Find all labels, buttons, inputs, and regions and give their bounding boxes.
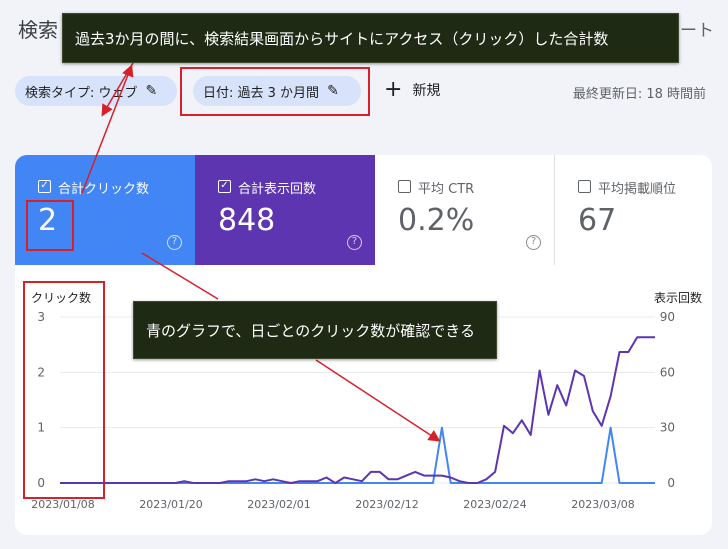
metric-label: 合計表示回数	[238, 182, 317, 197]
x-tick-label: 2023/02/01	[247, 498, 310, 511]
x-tick-label: 2023/02/12	[355, 498, 418, 511]
series-line-impressions	[60, 336, 655, 484]
checkbox-unchecked-icon[interactable]	[398, 180, 411, 193]
callout-total-clicks: 過去3か月の間に、検索結果画面からサイトにアクセス（クリック）した合計数	[62, 13, 679, 63]
right-tick-label: 30	[660, 421, 675, 435]
metric-value: 848	[218, 203, 276, 238]
header-right-text: ート	[680, 21, 714, 41]
callout-daily-clicks: 青のグラフで、日ごとのクリック数が確認できる	[133, 301, 497, 359]
highlight-box-date-filter	[180, 67, 370, 116]
metric-value: 0.2%	[398, 203, 475, 238]
x-tick-label: 2023/01/20	[139, 498, 202, 511]
x-tick-label: 2023/02/24	[463, 498, 526, 511]
metric-value: 67	[578, 203, 617, 238]
metric-card-average-position[interactable]: 平均掲載順位 67	[555, 155, 712, 265]
right-axis-title: 表示回数	[653, 291, 702, 305]
metric-label: 平均掲載順位	[598, 182, 677, 197]
highlight-box-clicks-axis	[23, 281, 105, 499]
pencil-icon: ✎	[145, 83, 158, 99]
add-new-label: 新規	[412, 83, 441, 99]
right-tick-label: 90	[660, 310, 675, 324]
last-updated-text: 最終更新日: 18 時間前	[572, 87, 706, 102]
help-icon[interactable]: ?	[167, 235, 182, 250]
metric-label: 平均 CTR	[418, 182, 475, 197]
search-type-filter-chip[interactable]: 検索タイプ: ウェブ ✎	[15, 76, 177, 106]
series-line-clicks	[60, 426, 655, 484]
metric-card-average-ctr[interactable]: 平均 CTR 0.2% ?	[375, 155, 555, 265]
checkbox-unchecked-icon[interactable]	[578, 180, 591, 193]
metric-card-total-impressions[interactable]: ✓ 合計表示回数 848 ?	[195, 155, 375, 265]
checkbox-checked-icon[interactable]: ✓	[218, 180, 231, 193]
right-tick-label: 60	[660, 365, 675, 379]
x-tick-label: 2023/03/08	[571, 498, 634, 511]
add-new-filter-button[interactable]: + 新規	[384, 77, 441, 102]
x-tick-label: 2023/01/08	[31, 498, 94, 511]
metric-label: 合計クリック数	[58, 182, 150, 197]
page-title: 検索	[18, 18, 58, 42]
search-type-label: 検索タイプ: ウェブ	[25, 85, 138, 101]
help-icon[interactable]: ?	[526, 235, 541, 250]
right-tick-label: 0	[667, 476, 675, 490]
plus-icon: +	[384, 77, 403, 102]
checkbox-checked-icon[interactable]: ✓	[38, 180, 51, 193]
highlight-box-clicks-value	[26, 200, 74, 251]
help-icon[interactable]: ?	[347, 235, 362, 250]
